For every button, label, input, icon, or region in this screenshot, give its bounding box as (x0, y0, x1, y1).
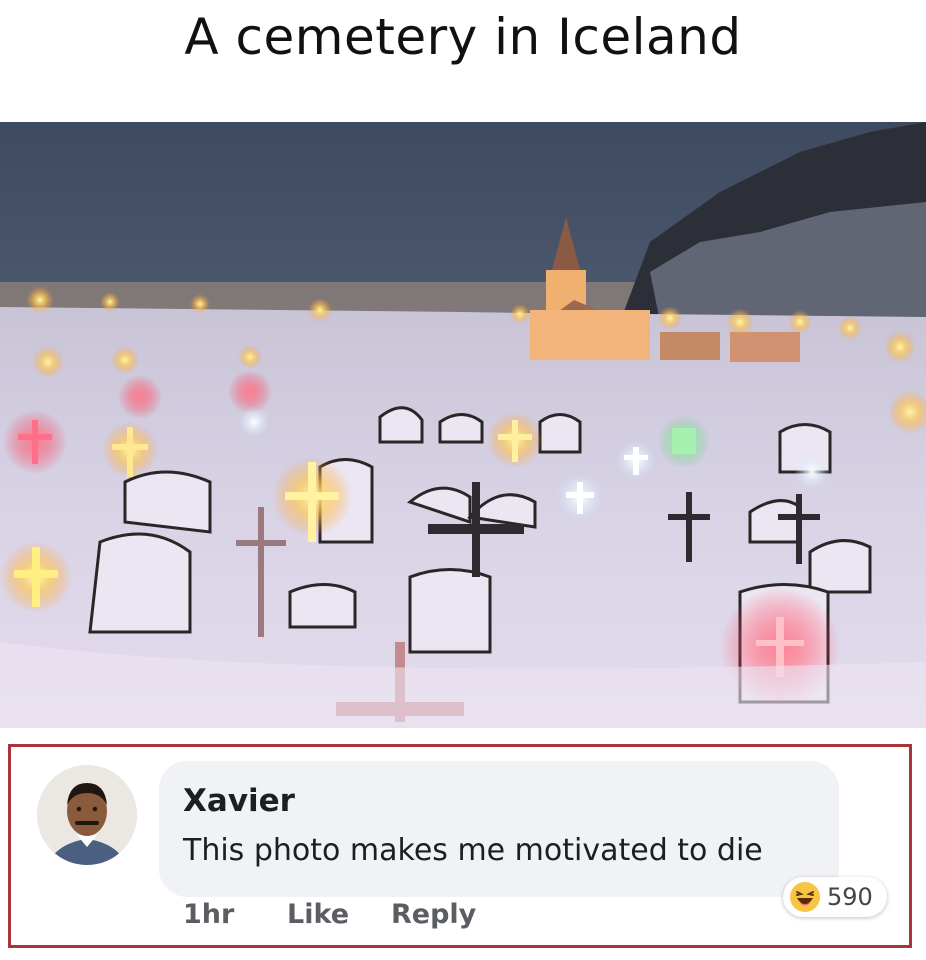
laughing-emoji-icon (789, 881, 821, 913)
reaction-count: 590 (827, 883, 873, 911)
meme-title: A cemetery in Iceland (184, 8, 742, 66)
comment-frame: Xavier This photo makes me motivated to … (8, 744, 912, 948)
comment-text: This photo makes me motivated to die (183, 833, 763, 868)
comment-time[interactable]: 1hr (183, 899, 234, 930)
reaction-summary[interactable]: 590 (783, 877, 887, 917)
comment-bubble: Xavier This photo makes me motivated to … (159, 761, 839, 897)
like-button[interactable]: Like (287, 899, 349, 930)
cemetery-photo (0, 122, 926, 728)
comment-author[interactable]: Xavier (183, 783, 295, 819)
reply-button[interactable]: Reply (391, 899, 476, 930)
meme-page: A cemetery in Iceland Xavier This photo … (0, 0, 926, 960)
avatar[interactable] (37, 765, 137, 865)
